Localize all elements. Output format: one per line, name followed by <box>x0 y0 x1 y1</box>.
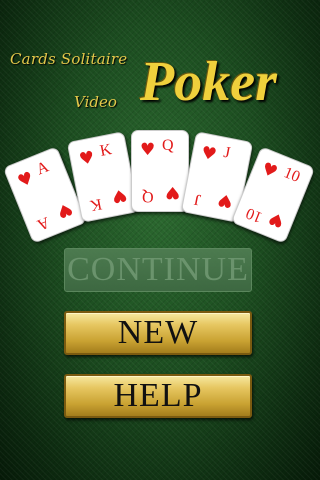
heart-icon: ♥ <box>53 197 76 222</box>
subtitle: Cards Solitaire <box>10 50 128 68</box>
title-small: Video <box>74 93 117 111</box>
heart-icon: ♥ <box>109 183 129 207</box>
card-rank: Q <box>142 188 154 205</box>
continue-button[interactable]: CONTINUE <box>64 248 252 292</box>
heart-icon: ♥ <box>258 158 281 184</box>
card-rank: K <box>98 141 114 160</box>
title-screen: Cards Solitaire Video Poker ♥ A A ♥ ♥ K … <box>0 0 320 480</box>
new-game-button[interactable]: NEW <box>64 311 252 355</box>
heart-icon: ♥ <box>14 168 37 193</box>
card-rank: A <box>34 213 52 234</box>
heart-icon: ♥ <box>77 147 97 171</box>
heart-icon: ♥ <box>215 188 235 212</box>
card-rank: J <box>222 144 232 162</box>
card-rank: Q <box>162 137 174 154</box>
heart-icon: ♥ <box>140 140 156 160</box>
card-3: ♥ Q Q ♥ <box>131 130 189 212</box>
card-rank: K <box>88 194 104 214</box>
game-title: Poker <box>140 51 277 113</box>
card-rank: 10 <box>243 204 265 226</box>
heart-icon: ♥ <box>164 182 180 202</box>
help-button[interactable]: HELP <box>64 374 252 418</box>
card-rank: A <box>34 158 52 179</box>
royal-flush-cards: ♥ A A ♥ ♥ K K ♥ ♥ Q Q ♥ ♥ J J ♥ ♥ 10 10 … <box>0 128 320 244</box>
card-rank: J <box>192 190 203 209</box>
heart-icon: ♥ <box>199 142 219 166</box>
card-rank: 10 <box>281 164 303 186</box>
heart-icon: ♥ <box>265 206 288 232</box>
